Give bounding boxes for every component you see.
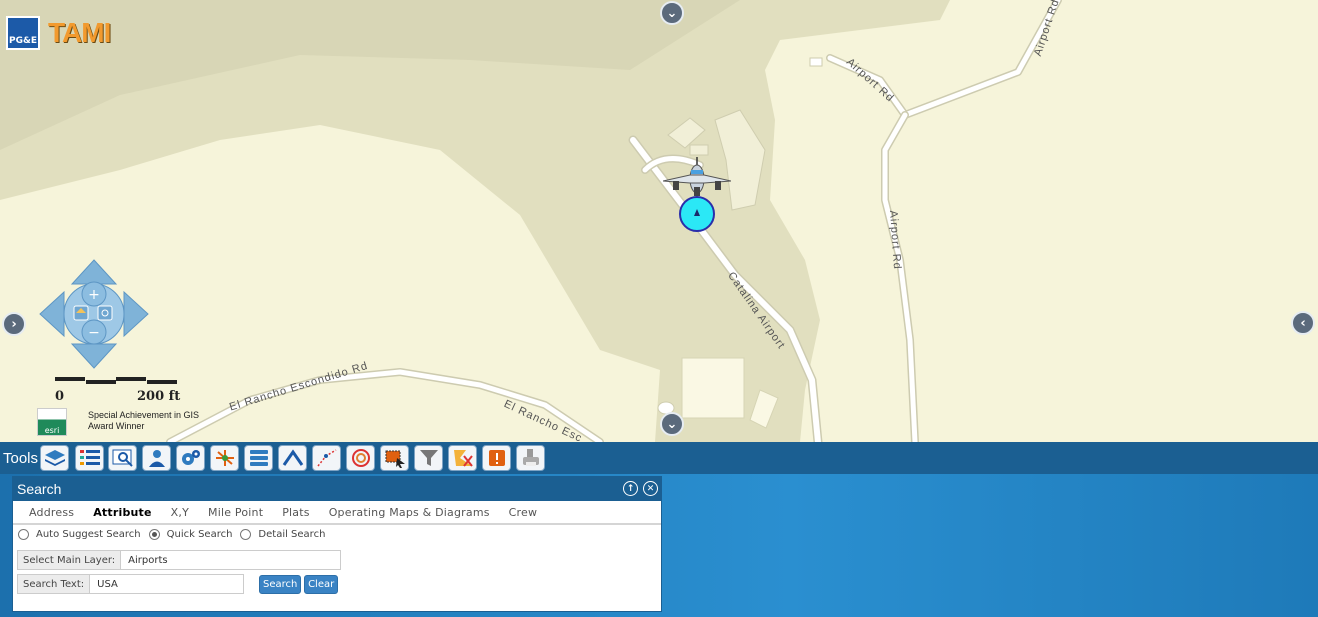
tools-label: Tools: [3, 450, 39, 467]
filter-tool-button[interactable]: [414, 445, 443, 471]
layers-icon: [44, 450, 65, 466]
expand-left-button[interactable]: ›: [2, 312, 26, 336]
chevron-right-icon: ›: [11, 316, 17, 332]
zoom-extent-icon: [97, 305, 113, 321]
alert-icon: [488, 450, 505, 466]
scale-zero-label: 0: [55, 389, 65, 404]
pan-down-button: [70, 343, 118, 369]
close-icon: ✕: [646, 483, 655, 494]
select-tool-button[interactable]: [380, 445, 409, 471]
chevron-down-icon: ⌄: [666, 5, 678, 21]
pan-up-button: [70, 259, 118, 285]
scale-distance-label: 200 ft: [137, 389, 181, 404]
map-basemap[interactable]: [0, 0, 1318, 442]
detail-search-label: Detail Search: [258, 529, 326, 540]
app-logo: PG&E TAMI: [6, 16, 111, 50]
arrow-up-icon: ↑: [626, 483, 635, 494]
scale-bar: [55, 377, 177, 385]
pan-right-button: [123, 290, 149, 338]
pan-left-button: [39, 290, 65, 338]
close-panel-button[interactable]: ✕: [643, 481, 658, 496]
target-icon: [351, 449, 370, 467]
collapse-panel-button[interactable]: ↑: [623, 481, 638, 496]
expand-right-button[interactable]: ‹: [1291, 311, 1315, 335]
legend-tool-button[interactable]: [75, 445, 104, 471]
esri-logo: esri: [37, 408, 67, 436]
airplane-icon[interactable]: [663, 157, 731, 205]
draw-line-tool-button[interactable]: [312, 445, 341, 471]
main-layer-label: Select Main Layer:: [17, 550, 122, 570]
app-title: TAMI: [48, 17, 111, 48]
main-layer-select[interactable]: Airports: [121, 550, 342, 570]
search-tabs: Address Attribute X,Y Mile Point Plats O…: [13, 501, 661, 525]
svg-text:+: +: [88, 287, 100, 303]
chevron-left-icon: ‹: [1300, 315, 1306, 331]
tab-address[interactable]: Address: [29, 506, 74, 519]
auto-suggest-label: Auto Suggest Search: [36, 529, 141, 540]
network-tool-button[interactable]: [210, 445, 239, 471]
select-icon: [385, 450, 405, 468]
detail-search-radio[interactable]: [240, 529, 252, 540]
quick-search-radio[interactable]: [148, 529, 160, 540]
chevron-down-icon: ⌄: [666, 416, 678, 432]
svg-text:−: −: [88, 325, 100, 341]
search-panel-header: Search ↑ ✕: [13, 477, 661, 501]
tab-attribute[interactable]: Attribute: [93, 506, 151, 519]
measure-icon: [282, 449, 303, 466]
network-icon: [215, 450, 234, 466]
tab-xy[interactable]: X,Y: [171, 506, 189, 519]
buffer-tool-button[interactable]: [346, 445, 375, 471]
award-text: Special Achievement in GIS Award Winner: [88, 410, 200, 431]
collapse-top-button[interactable]: ⌄: [660, 1, 684, 25]
search-panel-title: Search: [17, 481, 62, 497]
search-button[interactable]: Search: [259, 574, 302, 594]
search-panel: Search ↑ ✕ Address Attribute X,Y Mile Po…: [12, 476, 662, 612]
search-mode-group: Auto Suggest Search Quick Search Detail …: [18, 529, 333, 540]
search-text-label: Search Text:: [17, 574, 91, 594]
clear-button[interactable]: Clear: [304, 574, 339, 594]
search-tool-button[interactable]: [108, 445, 137, 471]
database-icon: [249, 450, 268, 466]
print-tool-button[interactable]: [516, 445, 545, 471]
settings-tool-button[interactable]: [176, 445, 205, 471]
gears-icon: [181, 450, 200, 465]
search-text-row: Search Text: USA Search Clear: [17, 574, 339, 594]
search-text-input[interactable]: USA: [90, 574, 245, 594]
tab-mile-point[interactable]: Mile Point: [208, 506, 263, 519]
data-tool-button[interactable]: [244, 445, 273, 471]
measure-tool-button[interactable]: [278, 445, 307, 471]
alert-tool-button[interactable]: [482, 445, 511, 471]
tab-plats[interactable]: Plats: [282, 506, 309, 519]
collapse-bottom-button[interactable]: ⌄: [660, 412, 684, 436]
search-icon: [112, 449, 133, 467]
navigation-control[interactable]: + −: [38, 258, 150, 370]
user-tool-button[interactable]: [142, 445, 171, 471]
map-view[interactable]: PG&E TAMI ⌄ ⌄ › ‹ + − 0 200 ft esri Spec…: [0, 0, 1318, 442]
layers-tool-button[interactable]: [40, 445, 69, 471]
auto-suggest-radio[interactable]: [18, 529, 29, 540]
lightning-icon: [453, 450, 473, 467]
list-icon: [79, 450, 100, 465]
polyline-icon: [316, 449, 336, 467]
main-layer-row: Select Main Layer: Airports: [17, 550, 342, 570]
filter-icon: [419, 450, 438, 466]
tools-bar: Tools: [0, 442, 1318, 474]
tab-crew[interactable]: Crew: [509, 506, 538, 519]
tab-operating-maps[interactable]: Operating Maps & Diagrams: [329, 506, 490, 519]
outage-tool-button[interactable]: [448, 445, 477, 471]
quick-search-label: Quick Search: [166, 529, 233, 540]
user-icon: [148, 450, 165, 467]
pge-logo: PG&E: [6, 16, 40, 50]
printer-icon: [522, 449, 539, 466]
